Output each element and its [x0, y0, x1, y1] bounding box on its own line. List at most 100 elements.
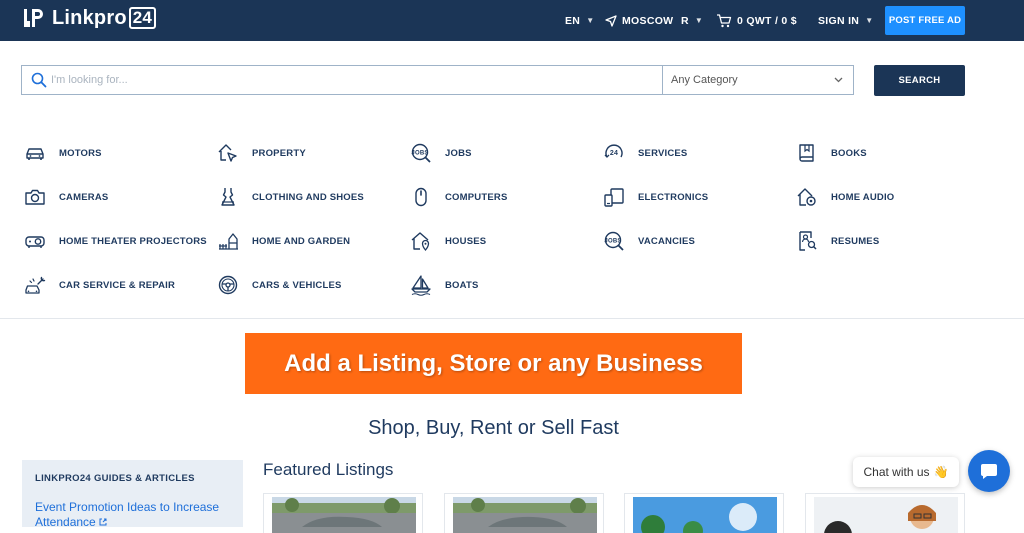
- book-icon: [799, 144, 814, 162]
- category-motors[interactable]: MOTORS: [24, 141, 102, 165]
- home-audio-icon: [797, 188, 816, 206]
- language-label: EN: [565, 14, 581, 27]
- top-navigation-bar: Linkpro 24 EN ▼ MOSCOW R ▼ 0 QWT / 0 $ S…: [0, 0, 1024, 41]
- category-cameras[interactable]: CAMERAS: [24, 185, 108, 209]
- category-label: HOUSES: [445, 235, 487, 247]
- car-repair-icon: [25, 276, 46, 294]
- category-resumes[interactable]: RESUMES: [796, 229, 879, 253]
- search-button[interactable]: SEARCH: [874, 65, 965, 96]
- tagline: Shop, Buy, Rent or Sell Fast: [368, 417, 619, 439]
- garden-icon: [219, 233, 238, 250]
- category-label: CAMERAS: [59, 191, 109, 203]
- category-label: ELECTRONICS: [638, 191, 709, 203]
- category-label: JOBS: [445, 147, 472, 159]
- chat-button[interactable]: [968, 450, 1010, 492]
- svg-text:24: 24: [610, 150, 618, 157]
- svg-text:JOBS: JOBS: [604, 239, 621, 245]
- listing-image: [633, 497, 777, 533]
- listing-card[interactable]: [444, 493, 604, 533]
- category-label: HOME AND GARDEN: [252, 235, 351, 247]
- listing-image: [272, 497, 416, 533]
- category-label: CAR SERVICE & REPAIR: [59, 279, 176, 291]
- chat-label: Chat with us: [863, 465, 930, 479]
- projector-icon: [25, 236, 45, 248]
- sign-in-menu[interactable]: SIGN IN ▼: [818, 0, 873, 41]
- car-icon: [26, 148, 44, 160]
- category-label: HOME THEATER PROJECTORS: [59, 235, 207, 247]
- category-label: BOOKS: [831, 147, 867, 159]
- chevron-down-icon: [834, 77, 843, 83]
- steering-wheel-icon: [218, 275, 238, 295]
- search-icon: [31, 72, 47, 88]
- category-car-service-and-repair[interactable]: CAR SERVICE & REPAIR: [24, 273, 175, 297]
- resume-icon: [799, 231, 817, 251]
- listing-card[interactable]: [805, 493, 965, 533]
- category-home-theater-projectors[interactable]: HOME THEATER PROJECTORS: [24, 229, 207, 253]
- category-houses[interactable]: HOUSES: [410, 229, 486, 253]
- category-property[interactable]: PROPERTY: [217, 141, 306, 165]
- services-24-icon: 24: [604, 144, 623, 158]
- category-label: COMPUTERS: [445, 191, 508, 203]
- chevron-down-icon: ▼: [586, 16, 595, 25]
- listing-image: [814, 497, 958, 533]
- chat-bubble[interactable]: Chat with us 👋: [853, 457, 959, 487]
- category-label: PROPERTY: [252, 147, 306, 159]
- language-selector[interactable]: EN ▼: [565, 0, 594, 41]
- listing-card[interactable]: [263, 493, 423, 533]
- location-label: MOSCOW: [622, 14, 674, 27]
- category-label: SERVICES: [638, 147, 688, 159]
- listing-card[interactable]: [624, 493, 784, 533]
- devices-icon: [604, 188, 624, 207]
- category-select[interactable]: Any Category: [662, 65, 854, 95]
- category-select-value: Any Category: [671, 74, 738, 86]
- svg-text:JOBS: JOBS: [411, 151, 428, 157]
- search-input[interactable]: [47, 66, 662, 94]
- chevron-down-icon: ▼: [694, 16, 704, 25]
- logo-text: Linkpro: [52, 6, 127, 29]
- cart-button[interactable]: 0 QWT / 0 $: [716, 0, 797, 41]
- dress-icon: [221, 188, 235, 206]
- category-label: VACANCIES: [638, 235, 696, 247]
- waving-hand-icon: 👋: [933, 465, 949, 479]
- category-vacancies[interactable]: JOBS VACANCIES: [603, 229, 695, 253]
- logo[interactable]: Linkpro 24: [22, 6, 157, 30]
- mouse-icon: [415, 187, 427, 207]
- category-label: MOTORS: [59, 147, 102, 159]
- category-services[interactable]: 24 SERVICES: [603, 141, 687, 165]
- add-listing-banner[interactable]: Add a Listing, Store or any Business: [245, 333, 742, 394]
- post-free-ad-button[interactable]: POST FREE AD: [885, 6, 965, 35]
- category-electronics[interactable]: ELECTRONICS: [603, 185, 708, 209]
- jobs-icon: JOBS: [411, 143, 431, 163]
- cart-icon: [717, 13, 732, 27]
- category-computers[interactable]: COMPUTERS: [410, 185, 508, 209]
- featured-listings-title: Featured Listings: [263, 460, 394, 479]
- category-home-audio[interactable]: HOME AUDIO: [796, 185, 894, 209]
- guides-title: LINKPRO24 GUIDES & ARTICLES: [35, 473, 195, 484]
- category-books[interactable]: BOOKS: [796, 141, 867, 165]
- category-jobs[interactable]: JOBS JOBS: [410, 141, 472, 165]
- house-icon: [411, 232, 430, 251]
- external-link-icon: [99, 518, 107, 526]
- category-label: BOATS: [445, 279, 479, 291]
- vacancies-icon: JOBS: [604, 231, 624, 251]
- guide-article-link[interactable]: Event Promotion Ideas to Increase Attend…: [35, 500, 230, 530]
- category-label: CLOTHING AND SHOES: [252, 191, 364, 203]
- currency-selector[interactable]: R ▼: [681, 0, 703, 41]
- location-selector[interactable]: MOSCOW: [605, 0, 673, 41]
- logo-icon: [22, 6, 46, 30]
- search-bar: [21, 65, 662, 95]
- category-label: CARS & VEHICLES: [252, 279, 342, 291]
- guides-sidebar: LINKPRO24 GUIDES & ARTICLES Event Promot…: [22, 460, 243, 530]
- category-label: RESUMES: [831, 235, 880, 247]
- category-cars-and-vehicles[interactable]: CARS & VEHICLES: [217, 273, 342, 297]
- category-label: HOME AUDIO: [831, 191, 895, 203]
- category-boats[interactable]: BOATS: [410, 273, 479, 297]
- category-clothing-and-shoes[interactable]: CLOTHING AND SHOES: [217, 185, 364, 209]
- property-icon: [218, 144, 237, 162]
- category-home-and-garden[interactable]: HOME AND GARDEN: [217, 229, 350, 253]
- sign-in-label: SIGN IN: [818, 14, 860, 27]
- logo-number: 24: [128, 7, 157, 29]
- cart-summary: 0 QWT / 0 $: [737, 14, 797, 27]
- section-divider: [0, 318, 1024, 319]
- location-arrow-icon: [605, 14, 617, 27]
